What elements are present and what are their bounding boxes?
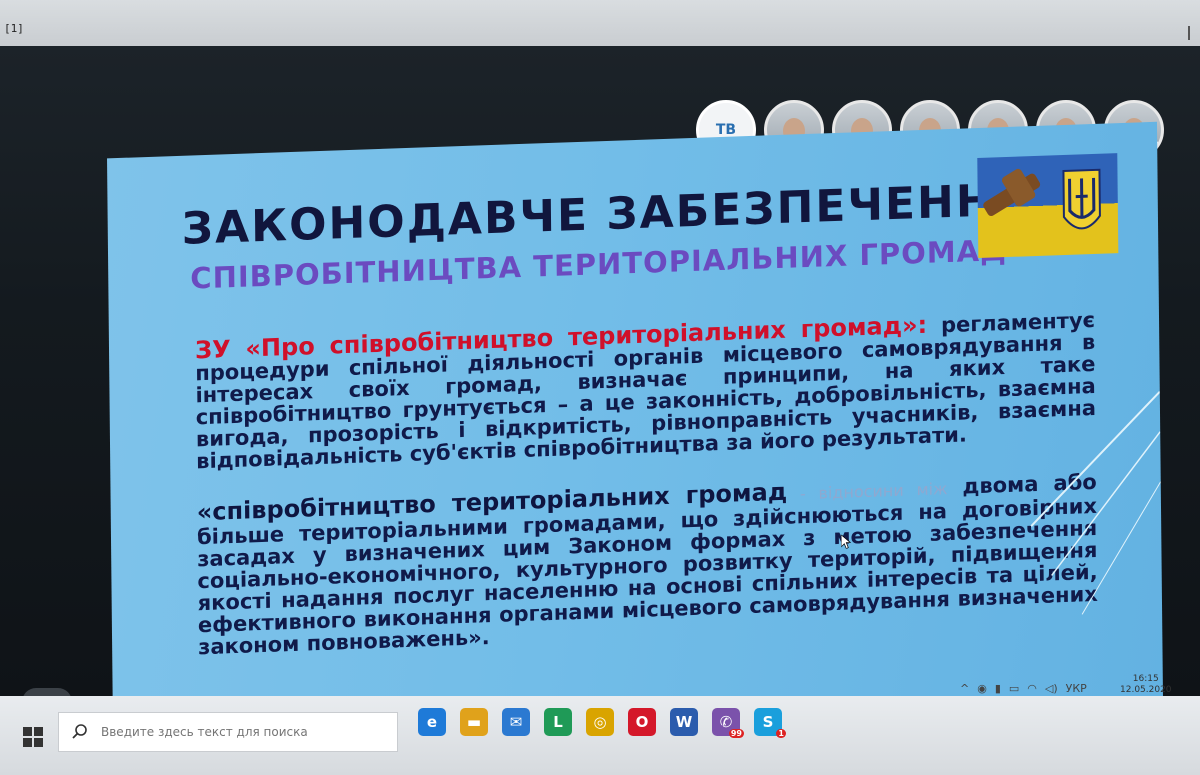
trident-icon <box>1062 168 1101 230</box>
taskbar-search-box[interactable] <box>58 712 398 752</box>
app-glyph: ✉ <box>509 713 523 731</box>
slide-decoration-lines <box>1030 390 1162 615</box>
file-explorer-icon[interactable]: ▬ <box>460 708 488 736</box>
clock-date: 12.05.2020 <box>1120 685 1172 695</box>
edge-icon[interactable]: e <box>418 708 446 736</box>
clock-time: 16:15 <box>1132 674 1159 684</box>
app-glyph: O <box>635 713 649 731</box>
shared-presentation-slide: ЗАКОНОДАВЧЕ ЗАБЕЗПЕЧЕННЯ СПІВРОБІТНИЦТВА… <box>107 121 1163 734</box>
notification-badge: 99 <box>728 729 744 738</box>
chrome-icon[interactable]: ◎ <box>586 708 614 736</box>
tray-network-icon[interactable]: ◉ <box>977 682 987 695</box>
window-title-bar: [1] <box>0 0 1200 46</box>
opera-icon[interactable]: O <box>628 708 656 736</box>
viber-icon[interactable]: ✆ 99 <box>712 708 744 738</box>
app-glyph: ◎ <box>593 713 607 731</box>
definition-paragraph: «співробітництво територіальних громад -… <box>196 470 1099 659</box>
tray-chevron-icon[interactable]: ^ <box>960 682 969 695</box>
law-paragraph: ЗУ «Про співробітництво територіальних г… <box>195 308 1096 473</box>
definition-quote-mark: « <box>196 497 213 527</box>
mouse-cursor-icon <box>841 534 852 549</box>
app-glyph: S <box>762 713 774 731</box>
windows-start-icon[interactable] <box>22 726 44 748</box>
taskbar-pinned-apps: e ▬ ✉ L ◎ O W ✆ 99 S 1 <box>418 708 786 738</box>
word-icon[interactable]: W <box>670 708 698 736</box>
tray-language[interactable]: УКР <box>1066 682 1087 695</box>
window-tab-label[interactable]: [1] <box>4 22 24 35</box>
taskbar-clock[interactable]: 16:15 12.05.2020 <box>1120 674 1172 696</box>
tray-wifi-icon[interactable]: ◠ <box>1027 682 1037 695</box>
app-l-icon[interactable]: L <box>544 708 572 736</box>
ukraine-emblem-image <box>977 153 1119 259</box>
app-glyph: W <box>675 713 693 731</box>
app-glyph: e <box>426 713 438 731</box>
tray-volume-icon[interactable]: ◁) <box>1045 682 1058 695</box>
app-glyph: ▬ <box>466 713 482 731</box>
mail-icon[interactable]: ✉ <box>502 708 530 736</box>
window-control-icon[interactable] <box>1188 26 1190 40</box>
search-icon <box>72 724 87 739</box>
search-input[interactable] <box>99 724 393 740</box>
notification-badge: 1 <box>776 729 786 738</box>
skype-icon[interactable]: S1 <box>754 708 786 738</box>
windows-taskbar: e ▬ ✉ L ◎ O W ✆99 S1 <box>0 696 1200 775</box>
tray-battery-icon[interactable]: ▮ <box>995 682 1001 695</box>
system-tray: ^ ◉ ▮ ▭ ◠ ◁) УКР <box>960 682 1087 695</box>
app-glyph: L <box>553 713 563 731</box>
tray-monitor-icon[interactable]: ▭ <box>1009 682 1019 695</box>
